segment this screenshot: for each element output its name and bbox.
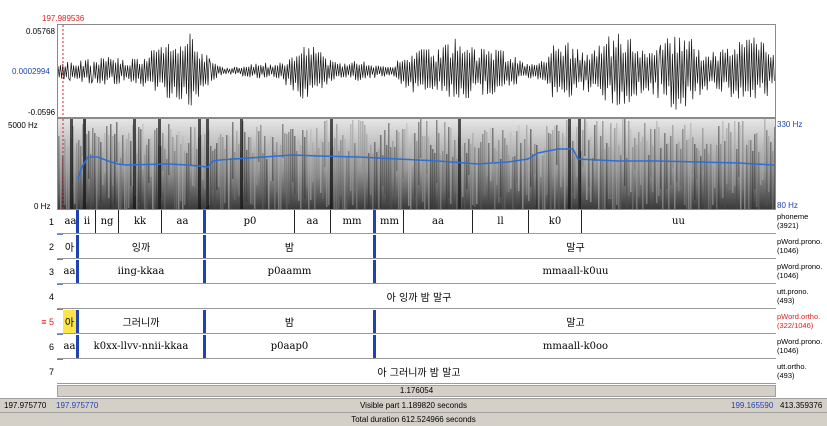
- tier-4-number: 4: [48, 292, 54, 302]
- interval[interactable]: 아 그러니까 밤 말고: [63, 360, 775, 383]
- window-end: 413.359376: [780, 401, 823, 410]
- interval[interactable]: 말구: [376, 235, 775, 258]
- tier-1-number: 1: [48, 217, 54, 227]
- tier-7-number: 7: [48, 367, 54, 377]
- interval[interactable]: uu: [582, 210, 775, 233]
- interval[interactable]: k0xx-llvv-nnii-kkaa: [79, 335, 203, 358]
- interval[interactable]: ll: [473, 210, 528, 233]
- waveform-svg: [58, 25, 775, 117]
- interval[interactable]: aa: [63, 335, 76, 358]
- interval[interactable]: aa: [404, 210, 472, 233]
- tier-6[interactable]: aa k0xx-llvv-nnii-kkaa p0aap0 mmaall-k0o…: [57, 335, 776, 359]
- tier-7-name: utt.ortho. (493): [777, 362, 807, 380]
- tier-2-name: pWord.prono. (1046): [777, 237, 823, 255]
- interval[interactable]: mmaall-k0uu: [376, 260, 775, 283]
- tier-2-number: 2: [48, 242, 54, 252]
- interval[interactable]: mmaall-k0oo: [376, 335, 775, 358]
- wave-max-label: 0.05768: [26, 27, 55, 36]
- tier-1-name: phoneme (3921): [777, 212, 809, 230]
- total-duration-bar[interactable]: Total duration 612.524966 seconds: [0, 412, 827, 426]
- tier-3-number: 3: [48, 267, 54, 277]
- interval[interactable]: aa: [295, 210, 330, 233]
- tier-5[interactable]: 아 그러니까 밤 말고: [57, 310, 776, 334]
- interval[interactable]: 아 잉까 밤 말구: [63, 285, 775, 308]
- interval[interactable]: 밤: [206, 235, 373, 258]
- spec-bottom-freq: 0 Hz: [34, 202, 51, 211]
- interval[interactable]: p0aamm: [206, 260, 373, 283]
- interval[interactable]: p0: [206, 210, 294, 233]
- interval[interactable]: 잉까: [79, 235, 203, 258]
- wave-min-label: -0.0596: [28, 108, 56, 117]
- interval[interactable]: kk: [119, 210, 161, 233]
- interval[interactable]: mm: [331, 210, 373, 233]
- interval[interactable]: 아: [63, 235, 76, 258]
- tier-3-name: pWord.prono. (1046): [777, 262, 823, 280]
- tier-3[interactable]: aa iing-kkaa p0aamm mmaall-k0uu: [57, 260, 776, 284]
- visible-part: Visible part 1.189820 seconds: [359, 401, 468, 410]
- tier-2[interactable]: 아 잉까 밤 말구: [57, 235, 776, 259]
- interval[interactable]: p0aap0: [206, 335, 373, 358]
- interval[interactable]: 밤: [206, 310, 373, 333]
- pitch-top-label: 330 Hz: [777, 120, 803, 129]
- interval[interactable]: ii: [79, 210, 95, 233]
- tier-4[interactable]: 아 잉까 밤 말구: [57, 285, 776, 309]
- cursor-time-label: 197.989536: [42, 14, 85, 23]
- wave-mid-label: 0.0002994: [12, 67, 50, 76]
- tier-7[interactable]: 아 그러니까 밤 말고: [57, 360, 776, 384]
- tier-6-name: pWord.prono. (1046): [777, 337, 823, 355]
- interval[interactable]: ng: [96, 210, 118, 233]
- selection-duration-bar[interactable]: 1.176054: [57, 385, 776, 397]
- tier-6-number: 6: [48, 342, 54, 352]
- interval[interactable]: 그러니까: [79, 310, 203, 333]
- spectrogram-svg: [58, 119, 775, 209]
- interval-selected[interactable]: 아: [63, 310, 76, 333]
- tier-4-name: utt.prono. (493): [777, 287, 809, 305]
- spec-top-freq: 5000 Hz: [8, 121, 38, 130]
- interval[interactable]: mm: [376, 210, 403, 233]
- selection-duration: 1.176054: [399, 386, 434, 395]
- window-end-blue: 199.165590: [731, 401, 774, 410]
- interval[interactable]: iing-kkaa: [79, 260, 203, 283]
- tier-5-name: pWord.ortho. (322/1046): [777, 312, 821, 330]
- spectrogram-panel[interactable]: [57, 118, 776, 210]
- tier-5-number: ≡ 5: [41, 317, 54, 327]
- interval[interactable]: aa: [63, 260, 76, 283]
- interval[interactable]: 말고: [376, 310, 775, 333]
- interval[interactable]: aa: [162, 210, 203, 233]
- waveform-panel[interactable]: [57, 24, 776, 118]
- total-duration: Total duration 612.524966 seconds: [351, 415, 476, 424]
- visible-part-bar[interactable]: 197.975770 197.975770 Visible part 1.189…: [0, 398, 827, 412]
- interval[interactable]: k0: [529, 210, 581, 233]
- pitch-bottom-label: 80 Hz: [777, 201, 798, 210]
- tier-1[interactable]: aa ii ng kk aa p0 aa mm mm aa ll k0 uu: [57, 210, 776, 234]
